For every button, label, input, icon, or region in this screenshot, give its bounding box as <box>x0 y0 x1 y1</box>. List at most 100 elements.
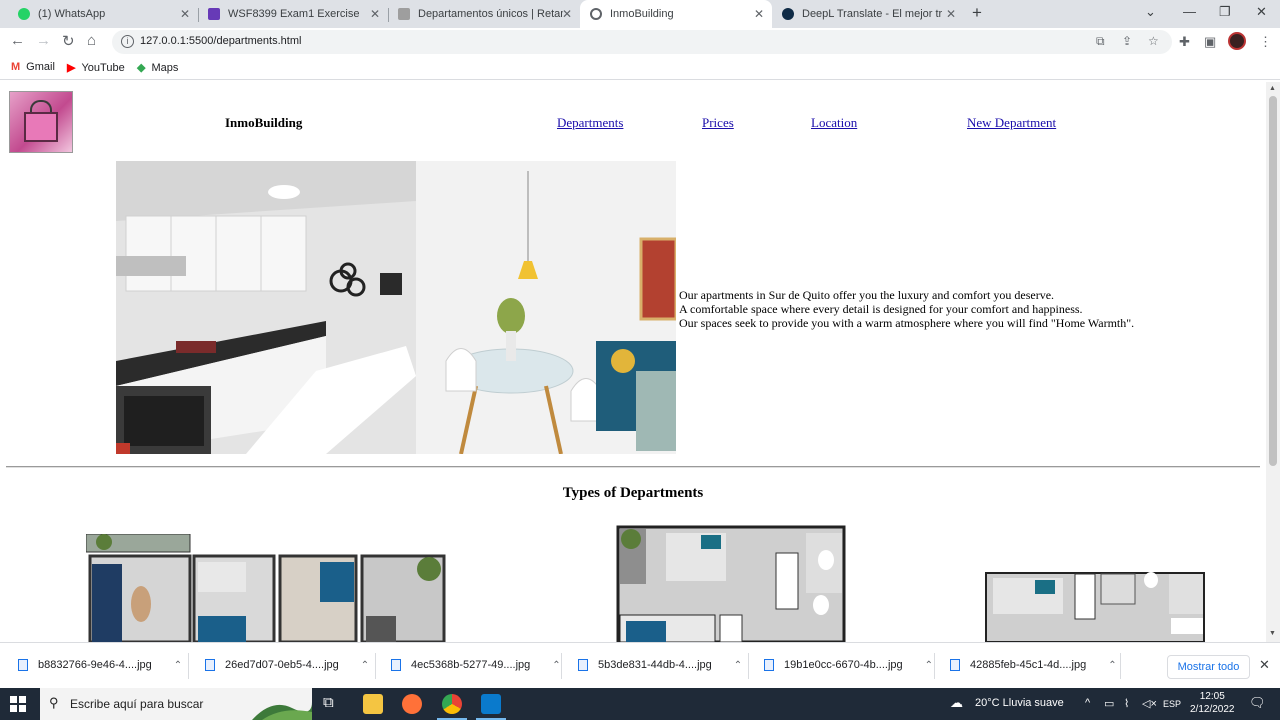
vscode-icon[interactable] <box>481 694 501 714</box>
download-item[interactable]: 19b1e0cc-6670-4b....jpg ⌃ <box>764 659 933 671</box>
floorplan-drawing <box>616 525 846 642</box>
nav-link-departments[interactable]: Departments <box>557 115 623 131</box>
side-panel-icon[interactable]: ▣ <box>1204 34 1216 50</box>
site-logo <box>9 91 73 153</box>
close-tab-icon[interactable]: ✕ <box>946 7 956 21</box>
download-filename: 5b3de831-44db-4....jpg <box>598 659 712 671</box>
whatsapp-icon <box>18 8 30 20</box>
chrome-icon[interactable] <box>442 694 462 714</box>
extensions-icon[interactable]: ✚ <box>1179 34 1190 50</box>
file-icon <box>950 659 960 671</box>
floorplan-image-2 <box>616 525 846 642</box>
page-scrollbar[interactable]: ▲ ▼ <box>1266 82 1280 642</box>
weather-text[interactable]: 20°C Lluvia suave <box>975 697 1064 709</box>
file-explorer-icon[interactable] <box>363 694 383 714</box>
tab-exam[interactable]: WSF8399 Exam1 Exercise ✕ <box>198 0 388 28</box>
hero-image <box>116 161 676 454</box>
menu-icon[interactable]: ⋮ <box>1259 34 1272 50</box>
tray-chevron-icon[interactable]: ^ <box>1085 697 1090 709</box>
url-text[interactable]: 127.0.0.1:5500/departments.html <box>140 35 301 47</box>
close-tab-icon[interactable]: ✕ <box>754 7 764 21</box>
nav-link-location[interactable]: Location <box>811 115 857 131</box>
windows-taskbar: ⚲ Escribe aquí para buscar ⧉ ☁ 20°C Lluv… <box>0 688 1280 720</box>
chevron-up-icon[interactable]: ⌃ <box>925 660 933 671</box>
taskbar-search-box[interactable]: ⚲ Escribe aquí para buscar <box>40 688 312 720</box>
scroll-down-arrow-icon[interactable]: ▼ <box>1269 630 1276 637</box>
tab-departamentos[interactable]: Departamentos únicos | Retamo ✕ <box>388 0 580 28</box>
close-tab-icon[interactable]: ✕ <box>370 7 380 21</box>
close-downloads-icon[interactable]: ✕ <box>1259 657 1270 673</box>
floorplan-image-1 <box>86 534 446 642</box>
intro-text: Our apartments in Sur de Quito offer you… <box>679 288 1134 330</box>
windows-start-icon[interactable] <box>10 696 26 712</box>
tablet-icon[interactable]: ▭ <box>1104 697 1114 710</box>
back-icon[interactable]: ← <box>10 32 25 49</box>
file-icon <box>391 659 401 671</box>
close-tab-icon[interactable]: ✕ <box>180 7 190 21</box>
nav-link-prices[interactable]: Prices <box>702 115 734 131</box>
address-bar[interactable]: i 127.0.0.1:5500/departments.html ⧉ ⇪ ☆ <box>112 30 1172 54</box>
forward-icon[interactable]: → <box>36 32 51 49</box>
home-icon[interactable]: ⌂ <box>87 32 96 49</box>
chevron-up-icon[interactable]: ⌃ <box>361 660 369 671</box>
chevron-up-icon[interactable]: ⌃ <box>734 660 742 671</box>
close-tab-icon[interactable]: ✕ <box>562 7 572 21</box>
profile-avatar[interactable] <box>1228 32 1246 50</box>
bookmark-youtube[interactable]: ▶ YouTube <box>67 61 125 75</box>
new-tab-icon[interactable]: + <box>972 3 982 23</box>
minimize-icon[interactable]: — <box>1183 4 1196 19</box>
firefox-icon[interactable] <box>402 694 422 714</box>
download-item[interactable]: 42885feb-45c1-4d....jpg ⌃ <box>950 659 1117 671</box>
youtube-icon: ▶ <box>67 62 76 74</box>
nav-link-new-department[interactable]: New Department <box>967 115 1056 131</box>
language-indicator[interactable]: ESP <box>1163 699 1181 709</box>
bookmark-maps[interactable]: ◆ Maps <box>137 61 178 75</box>
file-icon <box>18 659 28 671</box>
task-view-icon[interactable]: ⧉ <box>323 694 343 714</box>
bookmarks-bar: M Gmail ▶ YouTube ◆ Maps <box>0 56 1280 80</box>
floorplan-drawing <box>86 534 446 642</box>
browser-toolbar: ← → ↻ ⌂ i 127.0.0.1:5500/departments.htm… <box>0 28 1280 56</box>
weather-icon[interactable]: ☁ <box>950 695 963 711</box>
bookmark-label: Gmail <box>26 61 55 73</box>
tab-title: (1) WhatsApp <box>38 8 106 20</box>
scroll-up-arrow-icon[interactable]: ▲ <box>1269 85 1276 92</box>
tab-deepl[interactable]: DeepL Translate - El mejor traductor ✕ <box>772 0 964 28</box>
section-divider <box>6 466 1260 468</box>
translate-icon[interactable]: ⧉ <box>1096 34 1105 49</box>
system-clock[interactable]: 12:05 2/12/2022 <box>1190 690 1235 716</box>
volume-icon[interactable]: ◁× <box>1142 697 1157 710</box>
chevron-up-icon[interactable]: ⌃ <box>174 660 182 671</box>
globe-icon <box>590 8 602 20</box>
chevron-up-icon[interactable]: ⌃ <box>552 660 560 671</box>
maps-icon: ◆ <box>137 62 146 74</box>
share-icon[interactable]: ⇪ <box>1122 34 1132 48</box>
tab-search-icon[interactable]: ⌄ <box>1145 4 1156 20</box>
download-divider <box>748 653 749 679</box>
reload-icon[interactable]: ↻ <box>62 32 75 50</box>
forms-icon <box>208 8 220 20</box>
restore-icon[interactable]: ❐ <box>1219 4 1231 20</box>
download-item[interactable]: 26ed7d07-0eb5-4....jpg ⌃ <box>205 659 369 671</box>
show-all-downloads-button[interactable]: Mostrar todo <box>1167 655 1250 679</box>
close-window-icon[interactable]: ✕ <box>1256 4 1267 20</box>
taskbar-search-placeholder: Escribe aquí para buscar <box>70 697 204 711</box>
scrollbar-thumb[interactable] <box>1269 96 1277 466</box>
file-icon <box>764 659 774 671</box>
tab-title: Departamentos únicos | Retamo <box>418 8 563 20</box>
download-item[interactable]: 5b3de831-44db-4....jpg ⌃ <box>578 659 742 671</box>
info-icon[interactable]: i <box>121 35 134 48</box>
notifications-icon[interactable]: 🗨 <box>1249 695 1266 711</box>
clock-time: 12:05 <box>1199 691 1225 702</box>
intro-line: Our spaces seek to provide you with a wa… <box>679 316 1135 330</box>
chevron-up-icon[interactable]: ⌃ <box>1108 660 1116 671</box>
tab-whatsapp[interactable]: (1) WhatsApp ✕ <box>8 0 198 28</box>
downloads-bar: b8832766-9e46-4....jpg ⌃ 26ed7d07-0eb5-4… <box>0 642 1280 688</box>
bookmark-star-icon[interactable]: ☆ <box>1148 34 1159 48</box>
download-item[interactable]: 4ec5368b-5277-49....jpg ⌃ <box>391 659 561 671</box>
download-item[interactable]: b8832766-9e46-4....jpg ⌃ <box>18 659 182 671</box>
floorplan-drawing <box>985 572 1205 642</box>
wifi-icon[interactable]: ⌇ <box>1124 697 1129 710</box>
tab-inmobuilding[interactable]: InmoBuilding ✕ <box>580 0 772 28</box>
bookmark-gmail[interactable]: M Gmail <box>11 61 55 73</box>
